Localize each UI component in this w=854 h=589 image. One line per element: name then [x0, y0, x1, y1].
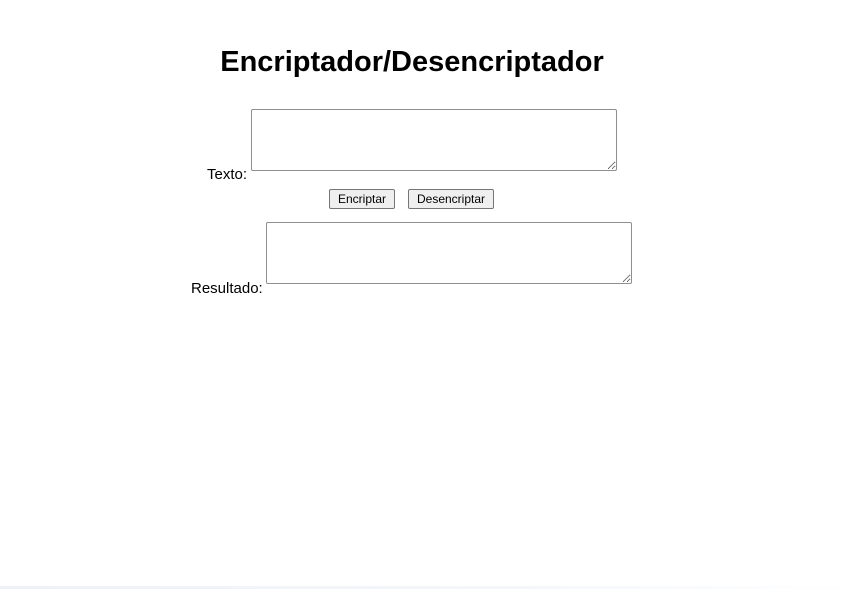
resultado-output[interactable]	[266, 222, 632, 284]
page-title: Encriptador/Desencriptador	[220, 46, 604, 78]
page: Encriptador/Desencriptador Texto: Encrip…	[0, 0, 854, 589]
encrypt-button[interactable]: Encriptar	[329, 189, 395, 209]
texto-label: Texto:	[207, 166, 248, 183]
resultado-label: Resultado:	[191, 280, 263, 297]
decrypt-button[interactable]: Desencriptar	[408, 189, 494, 209]
texto-input[interactable]	[251, 109, 617, 171]
